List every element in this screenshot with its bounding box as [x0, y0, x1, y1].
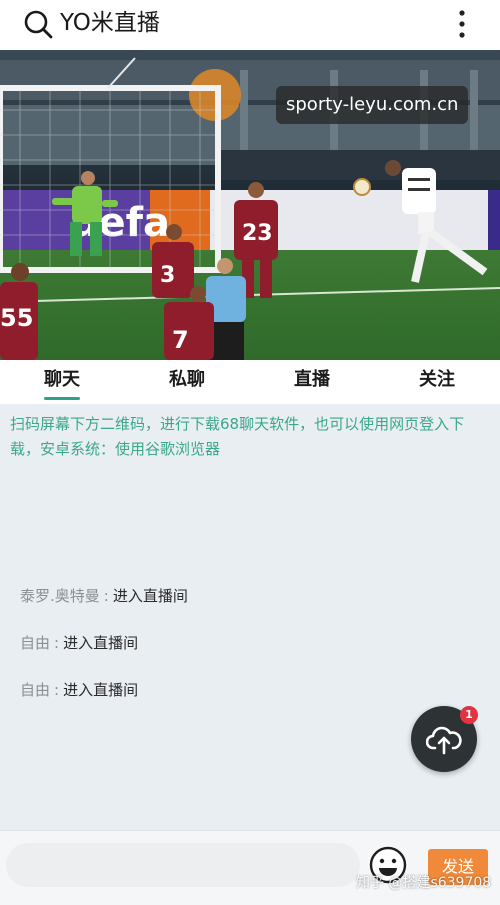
message-username[interactable]: 自由	[20, 634, 50, 652]
chat-message-list: 泰罗.奥特曼: 进入直播间 自由: 进入直播间 自由: 进入直播间	[20, 584, 480, 725]
tab-live[interactable]: 直播	[252, 360, 372, 404]
url-watermark: sporty-leyu.com.cn	[276, 86, 469, 124]
message-text: 进入直播间	[63, 634, 139, 652]
tab-follow[interactable]: 关注	[377, 360, 497, 404]
message-separator: :	[103, 587, 109, 605]
app-header: YO米直播	[0, 0, 500, 50]
message-composer: 发送	[0, 830, 500, 905]
system-notice: 扫码屏幕下方二维码，进行下载68聊天软件，也可以使用网页登入下载，安卓系统：使用…	[10, 415, 465, 458]
chat-message: 自由: 进入直播间	[20, 631, 480, 678]
live-video-player[interactable]: uefa 23 3 7 55 sporty-leyu.com.cn	[0, 50, 500, 360]
message-separator: :	[54, 681, 60, 699]
player-number: 55	[0, 304, 33, 332]
message-text: 进入直播间	[112, 587, 188, 605]
chat-message: 自由: 进入直播间	[20, 678, 480, 725]
player-number: 7	[172, 326, 189, 354]
search-icon[interactable]	[22, 8, 54, 40]
player-number: 3	[160, 263, 175, 288]
message-separator: :	[54, 634, 60, 652]
message-username[interactable]: 泰罗.奥特曼	[20, 587, 100, 605]
chat-message: 泰罗.奥特曼: 进入直播间	[20, 584, 480, 631]
more-vertical-icon[interactable]	[452, 8, 472, 42]
zhihu-watermark: 知乎 @搭建s639708	[356, 875, 492, 891]
app-title: YO米直播	[60, 10, 160, 36]
message-username[interactable]: 自由	[20, 681, 50, 699]
chat-tabs: 聊天 私聊 直播 关注	[0, 360, 500, 404]
message-input[interactable]	[6, 843, 360, 887]
player-number: 23	[242, 221, 273, 246]
cloud-upload-icon	[426, 726, 462, 755]
tab-chat[interactable]: 聊天	[2, 360, 122, 404]
tab-private-chat[interactable]: 私聊	[127, 360, 247, 404]
message-text: 进入直播间	[63, 681, 139, 699]
notification-badge: 1	[460, 706, 478, 724]
